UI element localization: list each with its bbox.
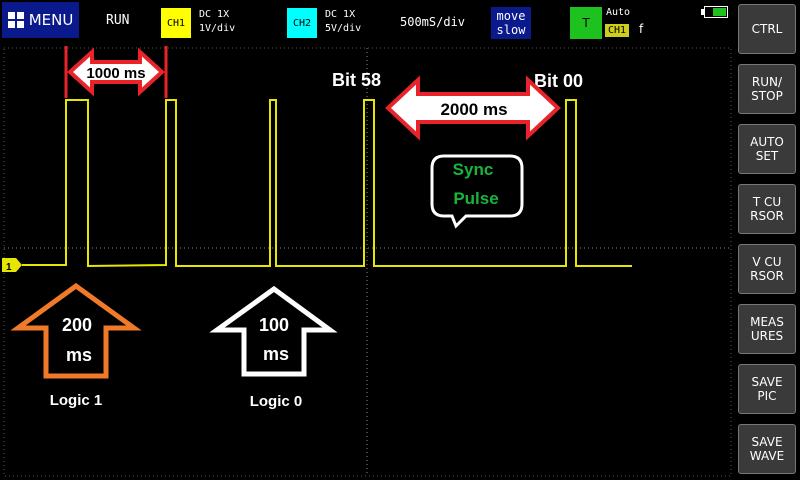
sidebar: CTRL RUN/ STOP AUTO SET T CU RSOR V CU R…	[735, 0, 800, 480]
trigger-tag[interactable]: T	[570, 7, 602, 39]
trigger-edge-icon: f	[639, 22, 644, 36]
battery-icon	[701, 6, 728, 18]
t-cursor-button[interactable]: T CU RSOR	[738, 184, 796, 234]
run-stop-button[interactable]: RUN/ STOP	[738, 64, 796, 114]
move-line1: move	[496, 9, 526, 23]
move-line2: slow	[496, 23, 526, 37]
v-cursor-button[interactable]: V CU RSOR	[738, 244, 796, 294]
logic1-value: 200	[62, 315, 92, 335]
ch1-coupling: DC 1X	[199, 9, 230, 20]
ctrl-button[interactable]: CTRL	[738, 4, 796, 54]
ch1-info[interactable]: DC 1X 1V/div	[199, 8, 235, 36]
trigger-source[interactable]: CH1	[605, 24, 630, 37]
ch1-tag[interactable]: CH1	[161, 8, 191, 38]
auto-set-button[interactable]: AUTO SET	[738, 124, 796, 174]
trigger-mode[interactable]: Auto	[606, 7, 630, 18]
run-state[interactable]: RUN	[106, 13, 129, 28]
ch1-level-marker[interactable]	[2, 258, 22, 272]
menu-label: MENU	[28, 11, 74, 29]
logic0-value: 100	[259, 315, 289, 335]
timebase[interactable]: 500mS/div	[400, 15, 465, 29]
measures-button[interactable]: MEAS URES	[738, 304, 796, 354]
ch2-scale: 5V/div	[325, 23, 362, 34]
bit58-label: Bit 58	[332, 70, 381, 90]
logic0-label: Logic 0	[250, 393, 303, 410]
logic0-unit: ms	[263, 344, 289, 364]
top-status-bar: MENU RUN CH1 DC 1X 1V/div CH2 DC 1X 5V/d…	[0, 0, 735, 44]
save-pic-button[interactable]: SAVE PIC	[738, 364, 796, 414]
ch2-info[interactable]: DC 1X 5V/div	[325, 8, 361, 36]
menu-button[interactable]: MENU	[2, 2, 79, 38]
span-1000-label: 1000 ms	[86, 65, 145, 82]
save-wave-button[interactable]: SAVE WAVE	[738, 424, 796, 474]
ch2-coupling: DC 1X	[325, 9, 356, 20]
move-speed-button[interactable]: move slow	[491, 7, 531, 39]
ch2-tag[interactable]: CH2	[287, 8, 317, 38]
sync-label-line1: Sync	[453, 160, 494, 179]
waveform-display[interactable]: 1 1000 ms Bit 58 Bit 00 2000 ms Sync Pul…	[0, 44, 735, 480]
span-2000-label: 2000 ms	[440, 100, 507, 119]
menu-grid-icon	[7, 12, 24, 28]
ch1-marker-label: 1	[6, 262, 12, 273]
logic1-unit: ms	[66, 345, 92, 365]
logic1-label: Logic 1	[50, 392, 103, 409]
graticule	[3, 47, 732, 477]
bit00-label: Bit 00	[534, 71, 583, 91]
sync-label-line2: Pulse	[453, 189, 498, 208]
ch1-scale: 1V/div	[199, 23, 236, 34]
